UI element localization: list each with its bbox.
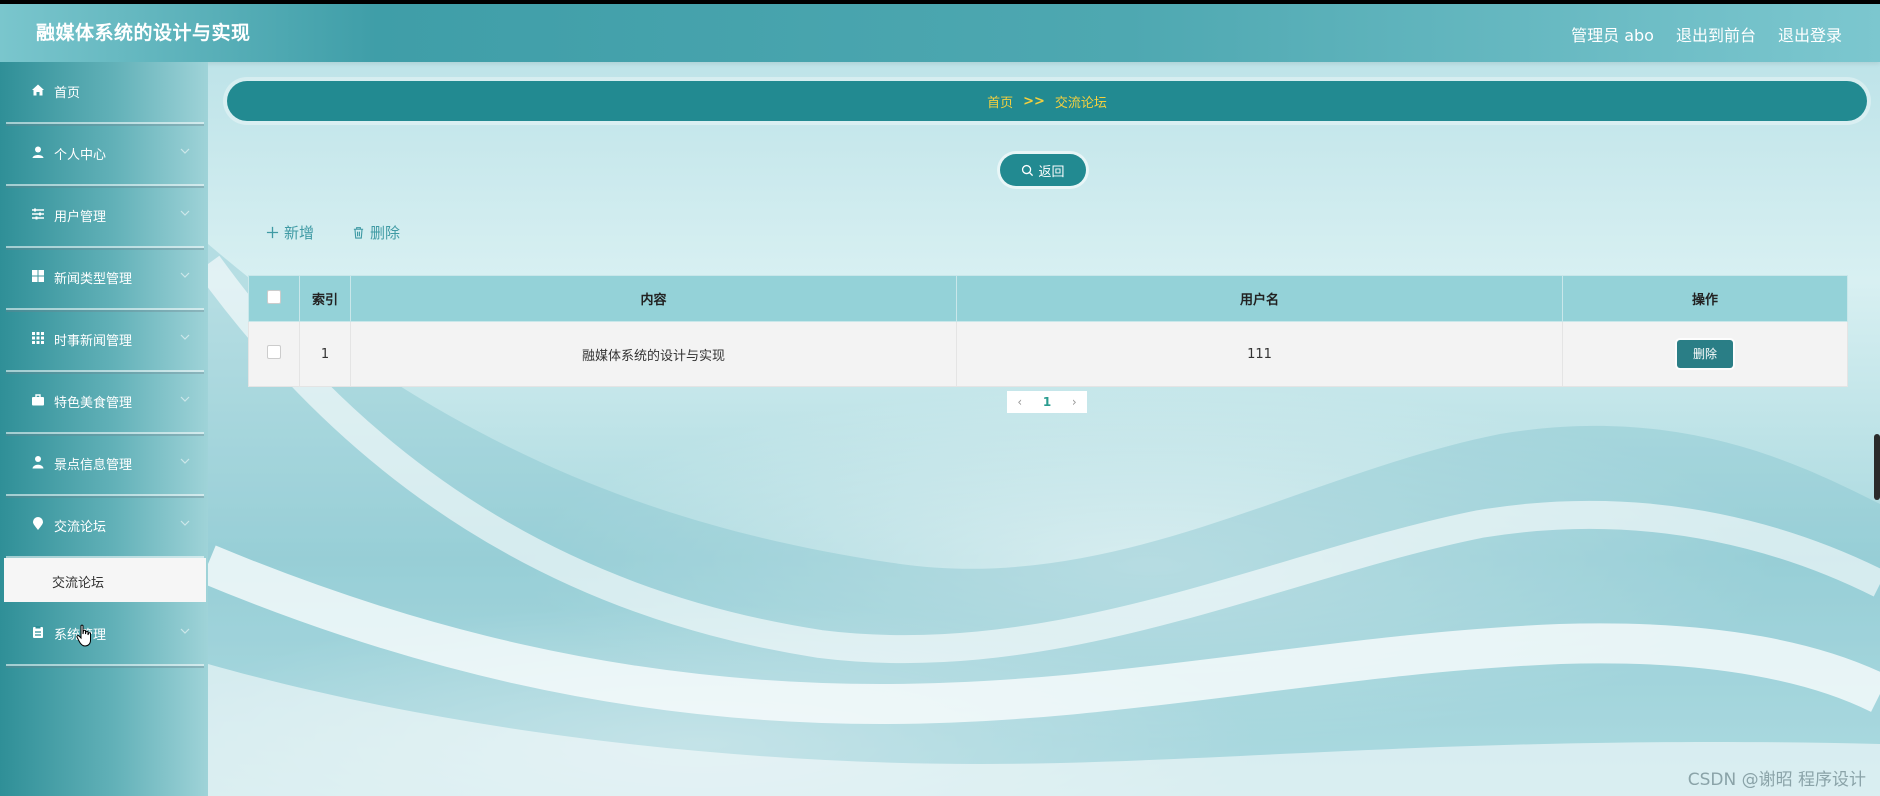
column-header-content: 内容 (350, 275, 957, 322)
briefcase-icon (32, 394, 44, 406)
sliders-icon (32, 208, 44, 220)
chevron-down-icon (180, 210, 190, 216)
back-button[interactable]: 返回 (1000, 154, 1086, 186)
add-button-label: 新增 (284, 224, 315, 242)
sidebar-item-home[interactable]: 首页 (6, 62, 204, 124)
hand-cursor-icon (76, 624, 91, 647)
plus-icon (266, 226, 279, 239)
sidebar-item-news-type-management[interactable]: 新闻类型管理 (6, 248, 204, 310)
delete-button[interactable]: 删除 (352, 222, 400, 243)
top-header: 融媒体系统的设计与实现 管理员 abo 退出到前台 退出登录 (0, 4, 1880, 62)
table-header-row: 索引 内容 用户名 操作 (248, 275, 1848, 322)
chevron-down-icon (180, 334, 190, 340)
breadcrumb-current: 交流论坛 (1054, 95, 1107, 111)
table-row: 1 融媒体系统的设计与实现 111 删除 (248, 321, 1848, 387)
app-title: 融媒体系统的设计与实现 (36, 22, 251, 44)
sidebar-item-label: 首页 (54, 86, 81, 101)
row-checkbox[interactable] (267, 345, 281, 359)
sidebar-item-label: 景点信息管理 (54, 458, 133, 473)
select-all-checkbox[interactable] (267, 289, 281, 304)
sidebar-item-personal-center[interactable]: 个人中心 (6, 124, 204, 186)
forum-table: 索引 内容 用户名 操作 1 融媒体系统的设计与实现 111 删除 (248, 275, 1848, 387)
sidebar-item-current-news-management[interactable]: 时事新闻管理 (6, 310, 204, 372)
column-header-username: 用户名 (956, 275, 1563, 322)
breadcrumb-home[interactable]: 首页 (987, 92, 1013, 111)
pin-icon (33, 517, 43, 530)
background-wave-decoration (196, 244, 1880, 796)
sidebar-item-forum[interactable]: 交流论坛 (6, 496, 204, 558)
row-delete-button[interactable]: 删除 (1677, 340, 1733, 368)
apps-icon (32, 332, 44, 344)
page-number-current[interactable]: 1 (1043, 395, 1051, 409)
sidebar-item-label: 时事新闻管理 (54, 334, 133, 349)
grid-icon (32, 270, 44, 282)
home-icon (32, 84, 44, 96)
chevron-down-icon (180, 628, 190, 634)
scrollbar[interactable] (1874, 434, 1880, 500)
row-username: 111 (956, 321, 1563, 387)
sidebar: 首页 个人中心 用户管理 新闻类型管理 时事新闻管理 特色美食管理 景点信息管理… (0, 62, 208, 796)
sidebar-item-system-management[interactable]: 系统管理 (6, 604, 204, 666)
sidebar-item-label: 特色美食管理 (54, 396, 133, 411)
column-header-index: 索引 (299, 275, 351, 322)
sidebar-item-label: 个人中心 (54, 148, 107, 163)
prev-page-icon[interactable]: ‹ (1017, 395, 1022, 409)
sidebar-item-label: 交流论坛 (54, 520, 107, 535)
column-header-actions: 操作 (1562, 275, 1848, 322)
row-actions: 删除 (1562, 321, 1848, 387)
exit-to-front-link[interactable]: 退出到前台 (1676, 22, 1756, 46)
logout-link[interactable]: 退出登录 (1778, 22, 1842, 46)
chevron-down-icon (180, 396, 190, 402)
watermark: CSDN @谢昭 程序设计 (1687, 770, 1866, 790)
next-page-icon[interactable]: › (1072, 395, 1077, 409)
sidebar-item-user-management[interactable]: 用户管理 (6, 186, 204, 248)
sidebar-item-food-management[interactable]: 特色美食管理 (6, 372, 204, 434)
chevron-down-icon (180, 520, 190, 526)
chevron-down-icon (180, 148, 190, 154)
user-icon (32, 146, 44, 158)
chevron-down-icon (180, 458, 190, 464)
trash-icon (353, 227, 364, 239)
clipboard-icon (33, 626, 43, 638)
toolbar: 新增 删除 (266, 222, 400, 243)
sidebar-item-label: 新闻类型管理 (54, 272, 133, 287)
pagination: ‹ 1 › (1007, 391, 1087, 413)
breadcrumb-separator: >> (1023, 93, 1045, 109)
chevron-down-icon (180, 272, 190, 278)
person-icon (32, 456, 44, 469)
breadcrumb: 首页 >> 交流论坛 (227, 81, 1867, 121)
row-content: 融媒体系统的设计与实现 (350, 321, 957, 387)
search-icon (1022, 164, 1034, 176)
sidebar-item-scenic-info-management[interactable]: 景点信息管理 (6, 434, 204, 496)
sidebar-subitem-forum[interactable]: 交流论坛 (4, 558, 206, 602)
back-button-label: 返回 (1038, 164, 1065, 180)
app-window: 融媒体系统的设计与实现 管理员 abo 退出到前台 退出登录 首页 个人中心 用… (0, 4, 1880, 796)
row-index: 1 (299, 321, 351, 387)
sidebar-item-label: 用户管理 (54, 210, 107, 225)
delete-button-label: 删除 (370, 224, 401, 242)
admin-user-label[interactable]: 管理员 abo (1571, 22, 1654, 46)
sidebar-subitem-label: 交流论坛 (52, 576, 105, 591)
add-button[interactable]: 新增 (266, 222, 314, 243)
row-select-cell (248, 321, 300, 387)
select-all-cell (248, 275, 300, 322)
